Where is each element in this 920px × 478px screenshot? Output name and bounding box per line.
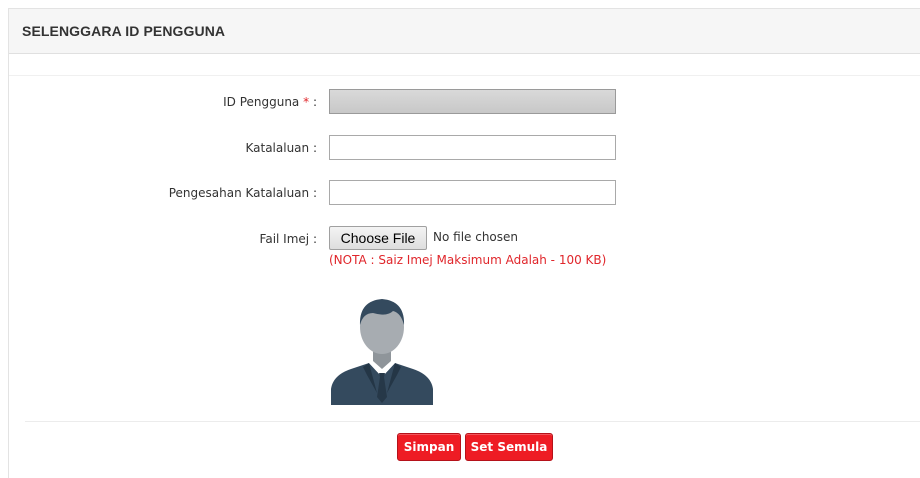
divider — [9, 75, 920, 76]
password-label: Katalaluan : — [245, 141, 317, 155]
confirm-password-field[interactable] — [329, 180, 616, 205]
choose-file-button[interactable]: Choose File — [329, 226, 427, 250]
image-size-note: (NOTA : Saiz Imej Maksimum Adalah - 100 … — [329, 253, 607, 267]
user-id-label: ID Pengguna * : — [223, 95, 317, 109]
confirm-password-label: Pengesahan Katalaluan : — [168, 186, 317, 200]
user-silhouette-icon — [331, 299, 433, 405]
user-id-label-text: ID Pengguna — [223, 95, 300, 109]
image-file-label: Fail Imej : — [259, 232, 317, 246]
user-id-field[interactable] — [329, 89, 616, 114]
maintain-user-panel: SELENGGARA ID PENGGUNA ID Pengguna * : K… — [8, 8, 920, 478]
save-button[interactable]: Simpan — [397, 433, 461, 461]
password-field[interactable] — [329, 135, 616, 160]
label-colon: : — [312, 95, 317, 109]
required-mark: * — [303, 95, 310, 109]
page-title: SELENGGARA ID PENGGUNA — [22, 23, 226, 39]
panel-header: SELENGGARA ID PENGGUNA — [9, 9, 920, 54]
reset-button[interactable]: Set Semula — [465, 433, 553, 461]
file-status-text: No file chosen — [433, 230, 519, 244]
